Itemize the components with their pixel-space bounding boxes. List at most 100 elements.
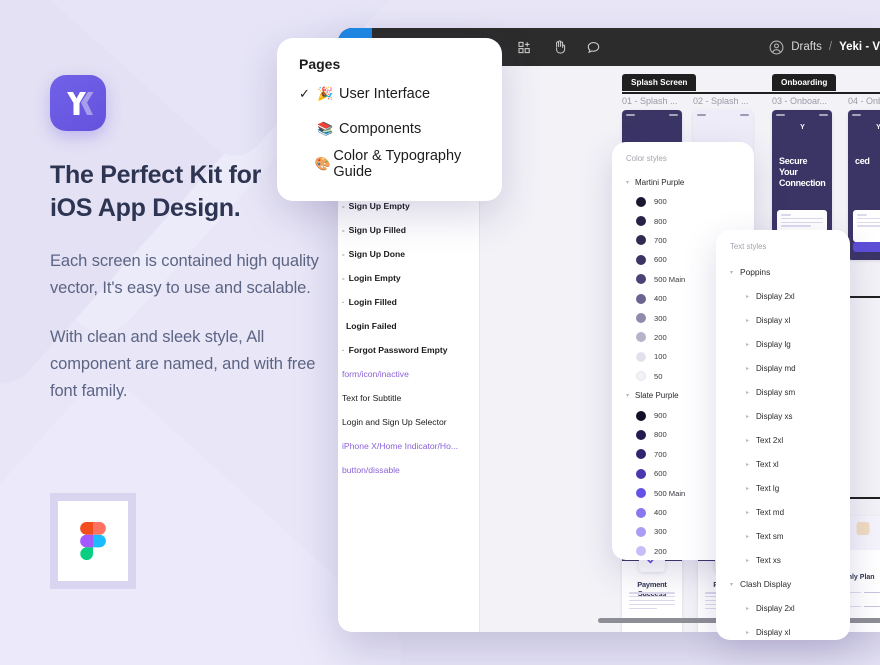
color-swatch-label: 200 xyxy=(654,332,667,342)
layer-row[interactable]: Login and Sign Up Selector xyxy=(338,410,479,434)
layer-label: form/icon/inactive xyxy=(342,369,409,379)
color-swatch xyxy=(636,449,646,460)
chevron-right-icon: ▸ xyxy=(746,437,750,444)
text-style-row[interactable]: ▸ Text md xyxy=(716,500,850,524)
breadcrumb-drafts[interactable]: Drafts xyxy=(791,41,822,53)
chevron-right-icon: ▸ xyxy=(746,365,750,372)
text-styles-panel: Text styles ▾ Poppins ▸ Display 2xl ▸ Display… xyxy=(716,230,850,640)
text-style-row[interactable]: ▸ Display sm xyxy=(716,380,850,404)
chevron-right-icon: ▸ xyxy=(746,389,750,396)
text-group-label: Poppins xyxy=(740,267,771,277)
color-swatch-row[interactable]: 900 xyxy=(612,192,754,211)
text-group-label: Clash Display xyxy=(740,579,792,589)
chevron-right-icon: ▸ xyxy=(746,533,750,540)
checkmark-icon: ✓ xyxy=(299,85,310,101)
comment-tool[interactable] xyxy=(576,28,610,66)
layer-label: Sign Up Done xyxy=(348,249,406,259)
text-panel-title: Text styles xyxy=(730,242,767,251)
layer-row[interactable]: Login Failed xyxy=(338,314,479,338)
layer-row[interactable]: - Login Empty xyxy=(338,266,479,290)
color-swatch-label: 300 xyxy=(654,313,667,323)
chevron-down-icon: ▾ xyxy=(730,269,734,276)
layer-row[interactable]: Text for Subtitle xyxy=(338,386,479,410)
text-style-label: Text xl xyxy=(756,459,779,469)
color-swatch xyxy=(636,468,646,479)
hand-tool[interactable] xyxy=(542,28,576,66)
color-swatch xyxy=(636,274,646,285)
color-swatch-label: 300 xyxy=(654,527,667,537)
color-swatch xyxy=(636,235,646,246)
color-swatch xyxy=(636,488,646,499)
color-swatch-label: 400 xyxy=(654,508,667,518)
frame-label: 04 - Onboar... xyxy=(848,96,880,106)
yeki-logo xyxy=(50,75,106,131)
palette-icon: 🎨 xyxy=(314,155,331,171)
color-swatch xyxy=(636,351,646,362)
layer-label: Text for Subtitle xyxy=(342,393,402,403)
color-group-row[interactable]: ▾ Martini Purple xyxy=(612,172,754,192)
layer-row[interactable]: button/dissable xyxy=(338,458,479,482)
color-swatch-label: 500 Main xyxy=(654,274,686,284)
text-style-row[interactable]: ▸ Text sm xyxy=(716,524,850,548)
color-swatch-label: 600 xyxy=(654,469,667,479)
chevron-right-icon: ▸ xyxy=(746,485,750,492)
section-tag[interactable]: Onboarding xyxy=(772,74,837,91)
layer-row[interactable]: · Login Filled xyxy=(338,290,479,314)
layer-label: Login Filled xyxy=(348,297,397,307)
pages-item-user-interface[interactable]: ✓ 🎉 User Interface xyxy=(277,76,502,111)
text-style-label: Display lg xyxy=(756,339,791,349)
text-style-label: Text lg xyxy=(756,483,780,493)
layer-row[interactable]: - Sign Up Filled xyxy=(338,218,479,242)
color-swatch-label: 600 xyxy=(654,255,667,265)
color-swatch-label: 900 xyxy=(654,197,667,207)
layer-label: iPhone X/Home Indicator/Ho... xyxy=(342,441,459,451)
layer-row[interactable]: · Forgot Password Empty xyxy=(338,338,479,362)
frame-label: 02 - Splash ... xyxy=(693,96,749,106)
text-group-row[interactable]: ▾ Poppins xyxy=(716,260,850,284)
text-style-row[interactable]: ▸ Display lg xyxy=(716,332,850,356)
text-style-row[interactable]: ▸ Text xs xyxy=(716,548,850,572)
text-style-label: Display xl xyxy=(756,315,791,325)
layer-row[interactable]: - Sign Up Done xyxy=(338,242,479,266)
text-style-row[interactable]: ▸ Display xs xyxy=(716,404,850,428)
section-tag[interactable]: Splash Screen xyxy=(622,74,697,91)
color-swatch-label: 800 xyxy=(654,430,667,440)
text-style-row[interactable]: ▸ Display xl xyxy=(716,308,850,332)
chevron-down-icon: ▾ xyxy=(626,393,630,400)
layer-row[interactable]: iPhone X/Home Indicator/Ho... xyxy=(338,434,479,458)
pages-panel: Pages ✓ 🎉 User Interface 📚 Components 🎨 … xyxy=(277,38,502,201)
layer-row[interactable]: form/icon/inactive xyxy=(338,362,479,386)
text-style-row[interactable]: ▸ Text 2xl xyxy=(716,428,850,452)
chevron-right-icon: ▸ xyxy=(746,461,750,468)
onboarding-title-partial: ced xyxy=(855,156,870,166)
pages-panel-title: Pages xyxy=(299,56,341,72)
text-style-row[interactable]: ▸ Display md xyxy=(716,356,850,380)
components-tool[interactable] xyxy=(508,28,542,66)
text-style-row[interactable]: ▸ Display 2xl xyxy=(716,284,850,308)
breadcrumb-project[interactable]: Yeki - VPN xyxy=(839,41,880,53)
color-swatch-label: 700 xyxy=(654,449,667,459)
party-popper-icon: 🎉 xyxy=(317,85,334,101)
color-swatch-label: 100 xyxy=(654,352,667,362)
layer-label: Login Failed xyxy=(346,321,397,331)
layer-label: Login and Sign Up Selector xyxy=(342,417,447,427)
color-swatch xyxy=(636,429,646,440)
color-swatch xyxy=(636,410,646,421)
text-style-row[interactable]: ▸ Display 2xl xyxy=(716,596,850,620)
chevron-right-icon: ▸ xyxy=(746,413,750,420)
color-swatch xyxy=(636,313,646,324)
pages-item-color-typography-guide[interactable]: 🎨 Color & Typography Guide xyxy=(277,146,502,181)
text-style-row[interactable]: ▸ Text lg xyxy=(716,476,850,500)
chevron-down-icon: ▾ xyxy=(626,179,630,186)
pages-item-label: User Interface xyxy=(339,85,431,102)
color-swatch-row[interactable]: 800 xyxy=(612,211,754,230)
color-group-label: Martini Purple xyxy=(635,177,685,187)
pages-item-components[interactable]: 📚 Components xyxy=(277,111,502,146)
text-style-row[interactable]: ▸ Display xl xyxy=(716,620,850,640)
chevron-right-icon: ▸ xyxy=(746,317,750,324)
text-style-row[interactable]: ▸ Text xl xyxy=(716,452,850,476)
color-swatch xyxy=(636,332,646,343)
artboard-onboarding-2[interactable]: Y ced xyxy=(848,110,880,260)
color-swatch-label: 800 xyxy=(654,216,667,226)
text-group-row[interactable]: ▾ Clash Display xyxy=(716,572,850,596)
